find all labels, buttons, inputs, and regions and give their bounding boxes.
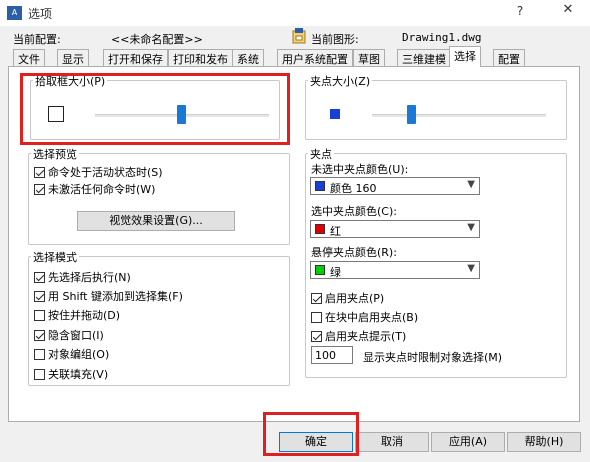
preview-no-command-checkbox[interactable]: 未激活任何命令时(W) bbox=[34, 181, 156, 196]
current-drawing-value: Drawing1.dwg bbox=[402, 31, 482, 44]
tab-profiles[interactable]: 配置 bbox=[493, 49, 525, 66]
ok-button-highlight-box bbox=[263, 412, 359, 456]
grips-in-blocks-label: 在块中启用夹点(B) bbox=[325, 311, 419, 324]
object-group-label: 对象编组(O) bbox=[48, 348, 110, 361]
press-drag-checkbox[interactable]: 按住并拖动(D) bbox=[34, 307, 121, 322]
cancel-button[interactable]: 取消 bbox=[355, 432, 429, 452]
current-config-value: <<未命名配置>> bbox=[111, 33, 203, 46]
checkbox-icon bbox=[34, 291, 45, 302]
grip-size-preview bbox=[330, 109, 340, 119]
grips-in-blocks-checkbox[interactable]: 在块中启用夹点(B) bbox=[311, 309, 419, 324]
tab-system[interactable]: 系统 bbox=[232, 49, 264, 66]
enable-grips-label: 启用夹点(P) bbox=[325, 292, 385, 305]
selected-grip-color-select[interactable]: 红 ▼ bbox=[310, 220, 480, 238]
grip-size-group bbox=[305, 80, 567, 140]
color-swatch bbox=[315, 224, 325, 234]
grip-object-limit-input[interactable]: 100 bbox=[311, 346, 353, 364]
grip-size-title: 夹点大小(Z) bbox=[308, 73, 373, 89]
app-icon: A bbox=[7, 6, 22, 20]
checkbox-icon bbox=[34, 272, 45, 283]
grip-size-slider-thumb[interactable] bbox=[407, 105, 416, 124]
hover-grip-color-select[interactable]: 绿 ▼ bbox=[310, 261, 480, 279]
unselected-grip-color-label: 未选中夹点颜色(U): bbox=[311, 163, 409, 176]
pickbox-highlight-box bbox=[20, 73, 290, 145]
noun-verb-label: 先选择后执行(N) bbox=[48, 271, 131, 284]
chevron-down-icon: ▼ bbox=[467, 263, 475, 274]
current-drawing-label: 当前图形: bbox=[311, 33, 359, 46]
tab-selection[interactable]: 选择 bbox=[449, 46, 481, 67]
implied-window-label: 隐含窗口(I) bbox=[48, 329, 104, 342]
selection-mode-title: 选择模式 bbox=[31, 249, 79, 265]
checkbox-icon bbox=[34, 330, 45, 341]
close-icon[interactable]: ✕ bbox=[558, 2, 578, 22]
color-swatch bbox=[315, 181, 325, 191]
checkbox-icon bbox=[34, 369, 45, 380]
noun-verb-checkbox[interactable]: 先选择后执行(N) bbox=[34, 269, 131, 284]
help-icon[interactable]: ? bbox=[512, 4, 528, 20]
grip-tips-checkbox[interactable]: 启用夹点提示(T) bbox=[311, 328, 407, 343]
current-config-label: 当前配置: bbox=[13, 33, 61, 46]
shift-add-label: 用 Shift 键添加到选择集(F) bbox=[48, 290, 183, 303]
preview-active-command-label: 命令处于活动状态时(S) bbox=[48, 166, 163, 179]
tab-drafting[interactable]: 草图 bbox=[353, 49, 385, 66]
chevron-down-icon: ▼ bbox=[467, 222, 475, 233]
window-title: 选项 bbox=[28, 7, 53, 21]
apply-button[interactable]: 应用(A) bbox=[431, 432, 505, 452]
selection-preview-title: 选择预览 bbox=[31, 146, 79, 162]
implied-window-checkbox[interactable]: 隐含窗口(I) bbox=[34, 327, 104, 342]
checkbox-icon bbox=[34, 349, 45, 360]
checkbox-icon bbox=[34, 167, 45, 178]
enable-grips-checkbox[interactable]: 启用夹点(P) bbox=[311, 290, 385, 305]
checkbox-icon bbox=[311, 312, 322, 323]
help-button[interactable]: 帮助(H) bbox=[507, 432, 581, 452]
checkbox-icon bbox=[34, 310, 45, 321]
selected-grip-color-value: 红 bbox=[330, 225, 341, 238]
hover-grip-color-label: 悬停夹点颜色(R): bbox=[311, 246, 397, 259]
checkbox-icon bbox=[311, 331, 322, 342]
tab-files[interactable]: 文件 bbox=[13, 49, 45, 66]
unselected-grip-color-value: 颜色 160 bbox=[330, 182, 377, 195]
tab-open-save[interactable]: 打开和保存 bbox=[103, 49, 168, 66]
color-swatch bbox=[315, 265, 325, 275]
checkbox-icon bbox=[311, 293, 322, 304]
grip-object-limit-label: 显示夹点时限制对象选择(M) bbox=[363, 351, 503, 364]
shift-add-checkbox[interactable]: 用 Shift 键添加到选择集(F) bbox=[34, 288, 183, 303]
unselected-grip-color-select[interactable]: 颜色 160 ▼ bbox=[310, 177, 480, 195]
press-drag-label: 按住并拖动(D) bbox=[48, 309, 121, 322]
preview-no-command-label: 未激活任何命令时(W) bbox=[48, 183, 156, 196]
associative-hatch-label: 关联填充(V) bbox=[48, 368, 109, 381]
object-group-checkbox[interactable]: 对象编组(O) bbox=[34, 346, 110, 361]
tab-3d-modeling[interactable]: 三维建模 bbox=[397, 49, 451, 66]
grip-size-slider-track[interactable] bbox=[372, 114, 546, 117]
selected-grip-color-label: 选中夹点颜色(C): bbox=[311, 205, 397, 218]
checkbox-icon bbox=[34, 184, 45, 195]
drawing-file-icon bbox=[292, 28, 306, 44]
tab-display[interactable]: 显示 bbox=[57, 49, 89, 66]
hover-grip-color-value: 绿 bbox=[330, 266, 341, 279]
grips-title: 夹点 bbox=[308, 146, 334, 162]
grip-tips-label: 启用夹点提示(T) bbox=[325, 330, 407, 343]
tab-user-prefs[interactable]: 用户系统配置 bbox=[277, 49, 353, 66]
chevron-down-icon: ▼ bbox=[467, 179, 475, 190]
associative-hatch-checkbox[interactable]: 关联填充(V) bbox=[34, 366, 109, 381]
tab-plot-publish[interactable]: 打印和发布 bbox=[168, 49, 233, 66]
visual-effect-settings-button[interactable]: 视觉效果设置(G)... bbox=[77, 211, 235, 231]
preview-active-command-checkbox[interactable]: 命令处于活动状态时(S) bbox=[34, 164, 163, 179]
title-bar bbox=[0, 0, 590, 26]
